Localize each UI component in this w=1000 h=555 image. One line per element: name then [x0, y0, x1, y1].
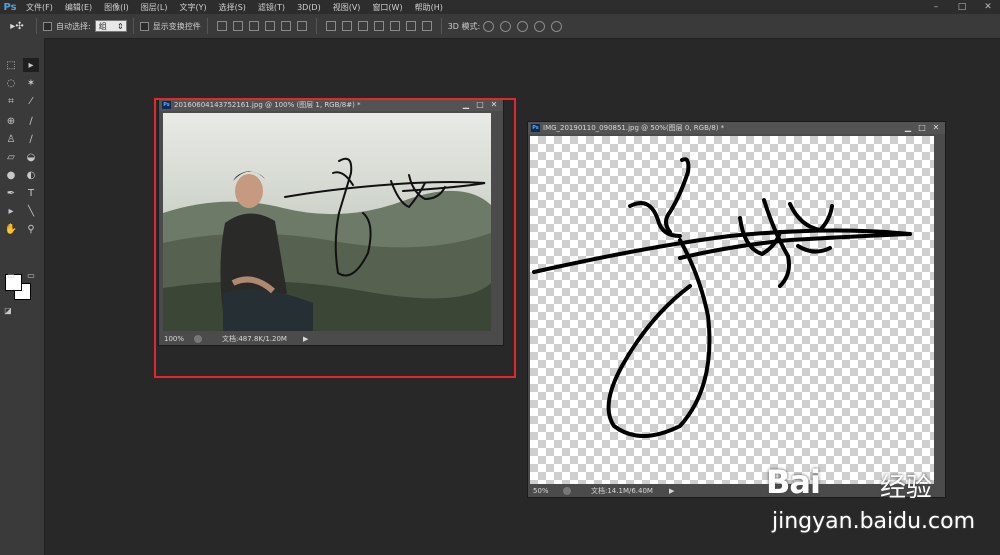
3d-mode-label: 3D 模式: — [447, 21, 481, 31]
auto-select-dropdown[interactable]: 组 ⇕ — [94, 20, 127, 32]
menu-bar: Ps 文件(F) 编辑(E) 图像(I) 图层(L) 文字(Y) 选择(S) 滤… — [0, 0, 1000, 14]
move-tool-icon[interactable]: ▸ — [23, 58, 39, 72]
divider — [132, 18, 134, 34]
zoom-level[interactable]: 50% — [528, 487, 563, 495]
highlight-rectangle — [154, 98, 516, 378]
play-icon[interactable]: ▶ — [669, 487, 674, 495]
default-colors-icon[interactable]: ◪ — [2, 303, 14, 317]
distribute-hcenter-icon[interactable] — [389, 21, 400, 31]
distribute-vcenter-icon[interactable] — [341, 21, 352, 31]
dodge-icon[interactable]: ◐ — [23, 168, 39, 182]
menu-edit[interactable]: 编辑(E) — [59, 2, 98, 13]
doc-size-info: 文档:14.1M/6.40M — [591, 487, 653, 495]
show-transform-label: 显示变换控件 — [152, 21, 201, 31]
zoom-icon[interactable]: ⚲ — [23, 222, 39, 236]
magic-wand-icon[interactable]: ✶ — [23, 76, 39, 90]
align-bottom-icon[interactable] — [248, 21, 259, 31]
photoshop-logo: Ps — [3, 1, 17, 13]
distribute-right-icon[interactable] — [405, 21, 416, 31]
app-close-button[interactable]: ✕ — [976, 0, 1000, 14]
watermark-brand-cn: 经验 — [880, 473, 933, 503]
type-icon[interactable]: T — [23, 186, 39, 200]
quick-mask-icon[interactable]: ▭ — [3, 268, 19, 282]
menu-file[interactable]: 文件(F) — [20, 2, 59, 13]
marquee-icon[interactable]: ⬚ — [3, 58, 19, 72]
3d-scale-icon[interactable] — [551, 20, 563, 32]
menu-select[interactable]: 选择(S) — [213, 2, 252, 13]
hand-icon[interactable]: ✋ — [3, 222, 19, 236]
status-menu-icon[interactable] — [563, 487, 571, 495]
lasso-icon[interactable]: ◌ — [3, 76, 19, 90]
menu-help[interactable]: 帮助(H) — [409, 2, 449, 13]
menu-3d[interactable]: 3D(D) — [291, 3, 327, 12]
menu-image[interactable]: 图像(I) — [98, 2, 135, 13]
3d-pan-icon[interactable] — [517, 20, 529, 32]
align-right-icon[interactable] — [296, 21, 307, 31]
document-title-bar[interactable]: Ps IMG_20190110_090851.jpg @ 50%(图层 0, R… — [528, 122, 945, 134]
divider — [315, 18, 317, 34]
signature-drawing — [532, 157, 912, 438]
doc-restore-button[interactable]: □ — [915, 122, 929, 133]
menu-window[interactable]: 窗口(W) — [366, 2, 408, 13]
align-left-icon[interactable] — [264, 21, 275, 31]
3d-rotate-icon[interactable] — [483, 20, 495, 32]
transparent-canvas[interactable] — [530, 136, 934, 484]
3d-slide-icon[interactable] — [534, 20, 546, 32]
menu-type[interactable]: 文字(Y) — [173, 2, 212, 13]
document-title: IMG_20190110_090851.jpg @ 50%(图层 0, RGB/… — [543, 124, 725, 132]
move-tool-preset-icon[interactable]: ▸✣ — [4, 17, 30, 35]
menu-filter[interactable]: 滤镜(T) — [252, 2, 291, 13]
distribute-bottom-icon[interactable] — [357, 21, 368, 31]
align-vcenter-icon[interactable] — [232, 21, 243, 31]
doc-minimize-button[interactable]: ▁ — [901, 122, 915, 133]
options-bar: ▸✣ 自动选择: 组 ⇕ 显示变换控件 3D 模式: — [0, 14, 1000, 39]
divider — [36, 18, 37, 34]
show-transform-checkbox[interactable] — [139, 21, 149, 31]
divider — [206, 18, 208, 34]
auto-select-value: 组 — [98, 21, 107, 31]
crop-icon[interactable]: ⌗ — [3, 94, 19, 108]
menu-layer[interactable]: 图层(L) — [135, 2, 174, 13]
distribute-left-icon[interactable] — [373, 21, 384, 31]
brush-icon[interactable]: ∕ — [23, 114, 39, 128]
app-minimize-button[interactable]: – — [924, 0, 948, 14]
blur-icon[interactable]: ● — [3, 168, 19, 182]
eyedropper-icon[interactable]: ⁄ — [23, 94, 39, 108]
history-brush-icon[interactable]: ∕ — [23, 132, 39, 146]
divider — [440, 18, 442, 34]
paint-bucket-icon[interactable]: ◒ — [23, 150, 39, 164]
tools-panel: ⬚ ▸ ◌ ✶ ⌗ ⁄ ⊕ ∕ ♙ ∕ ▱ ◒ ● ◐ ✒ T ▸ ╲ ✋ ⚲ … — [0, 38, 45, 555]
app-restore-button[interactable]: □ — [950, 0, 974, 14]
distribute-top-icon[interactable] — [325, 21, 336, 31]
eraser-icon[interactable]: ▱ — [3, 150, 19, 164]
watermark-url: jingyan.baidu.com — [772, 509, 976, 534]
baidu-watermark: Bai 经验 jingyan.baidu.com — [760, 455, 1000, 555]
chevron-down-icon: ⇕ — [117, 21, 124, 31]
auto-align-icon[interactable] — [421, 21, 432, 31]
auto-select-checkbox[interactable] — [43, 21, 52, 31]
align-top-icon[interactable] — [216, 21, 227, 31]
doc-close-button[interactable]: ✕ — [929, 122, 943, 133]
auto-select-label: 自动选择: — [56, 21, 91, 31]
line-icon[interactable]: ╲ — [23, 204, 39, 218]
screen-mode-icon[interactable]: ▭ — [23, 268, 39, 282]
path-select-icon[interactable]: ▸ — [3, 204, 19, 218]
watermark-brand: Bai — [766, 463, 821, 501]
document-window-signature[interactable]: Ps IMG_20190110_090851.jpg @ 50%(图层 0, R… — [527, 121, 946, 498]
align-hcenter-icon[interactable] — [280, 21, 291, 31]
3d-roll-icon[interactable] — [500, 20, 512, 32]
pen-icon[interactable]: ✒ — [3, 186, 19, 200]
healing-brush-icon[interactable]: ⊕ — [3, 114, 19, 128]
ps-doc-icon: Ps — [531, 124, 540, 132]
clone-stamp-icon[interactable]: ♙ — [3, 132, 19, 146]
menu-view[interactable]: 视图(V) — [327, 2, 367, 13]
